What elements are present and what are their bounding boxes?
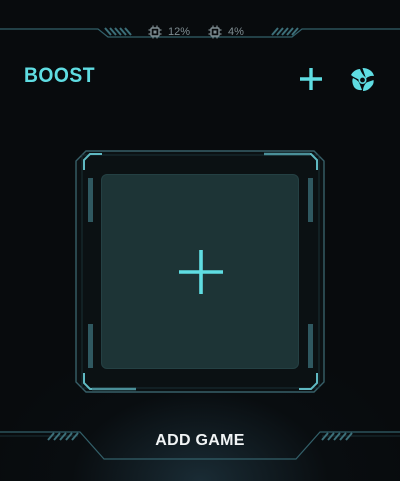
memory-usage: 4% [208, 24, 244, 40]
processor-icon [148, 25, 162, 39]
fan-icon [351, 68, 374, 91]
cpu-usage-value: 12% [168, 26, 191, 38]
cpu-usage: 12% [148, 24, 190, 40]
settings-button[interactable] [349, 66, 376, 93]
status-frame [0, 27, 400, 38]
plus-icon [179, 250, 223, 294]
add-button[interactable] [298, 66, 324, 92]
bottom-bar-frame [0, 431, 400, 460]
plus-icon [300, 68, 322, 90]
add-game-button[interactable]: ADD GAME [0, 432, 400, 450]
processor-icon [208, 25, 222, 39]
page-title: BOOST [24, 64, 95, 87]
memory-usage-value: 4% [228, 26, 244, 38]
